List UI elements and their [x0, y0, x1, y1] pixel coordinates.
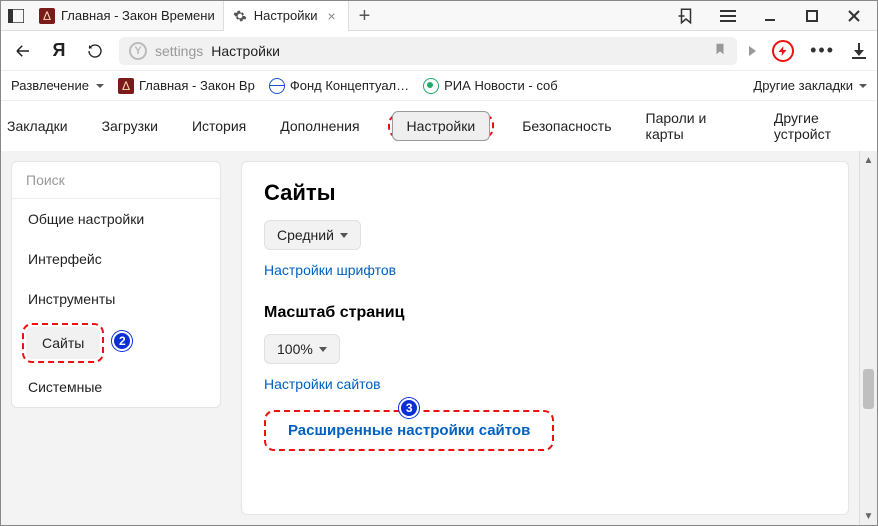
bookmark-folder[interactable]: Развлечение [11, 78, 104, 93]
bookmarks-bar: Развлечение Δ Главная - Закон Вр Фонд Ко… [1, 71, 877, 101]
settings-search-input[interactable]: Поиск [12, 162, 220, 199]
tab-close-icon[interactable]: × [323, 8, 339, 24]
scroll-down-icon[interactable]: ▼ [860, 507, 877, 525]
sidebar-toggle-icon[interactable] [1, 9, 31, 23]
sidebar-item-general[interactable]: Общие настройки [12, 199, 220, 239]
bookmark-open-icon[interactable] [673, 3, 699, 29]
advanced-site-settings-link[interactable]: Расширенные настройки сайтов [288, 422, 530, 439]
scroll-thumb[interactable] [863, 369, 874, 409]
sidebar-item-system[interactable]: Системные [12, 367, 220, 407]
tab-downloads[interactable]: Загрузки [96, 114, 164, 138]
more-menu-icon[interactable]: ••• [810, 40, 835, 61]
tab-bookmarks[interactable]: Закладки [1, 114, 74, 138]
tab-settings[interactable]: Настройки × [224, 1, 349, 31]
yandex-logo-button[interactable]: Я [47, 39, 71, 63]
scroll-track[interactable] [860, 169, 877, 507]
other-bookmarks[interactable]: Другие закладки [753, 78, 867, 93]
section-heading: Сайты [264, 180, 826, 206]
reload-button[interactable] [83, 39, 107, 63]
url-input[interactable]: Y settings Настройки [119, 37, 737, 65]
settings-sidebar: Поиск Общие настройки Интерфейс Инструме… [1, 151, 231, 525]
favicon-settings-icon [232, 8, 248, 24]
site-settings-link[interactable]: Настройки сайтов [264, 376, 826, 392]
favicon-law-icon: Δ [39, 8, 55, 24]
tab-history[interactable]: История [186, 114, 252, 138]
zoom-select[interactable]: 100% [264, 334, 340, 364]
bookmark-item[interactable]: РИА Новости - соб [423, 78, 558, 94]
scrollbar[interactable]: ▲ ▼ [859, 151, 877, 525]
tab-main[interactable]: Δ Главная - Закон Времени [31, 1, 224, 31]
back-button[interactable] [11, 39, 35, 63]
favicon-ria-icon [423, 78, 439, 94]
chevron-down-icon [319, 347, 327, 352]
sidebar-item-tools[interactable]: Инструменты [12, 279, 220, 319]
font-settings-link[interactable]: Настройки шрифтов [264, 262, 826, 278]
close-window-button[interactable] [841, 3, 867, 29]
tab-title: Главная - Закон Времени [61, 8, 215, 23]
downloads-icon[interactable] [851, 43, 867, 59]
tab-addons[interactable]: Дополнения [274, 114, 365, 138]
annotation-badge-2: 2 [112, 331, 132, 351]
tab-settings-active[interactable]: Настройки [392, 111, 491, 141]
bookmark-page-icon[interactable] [713, 41, 727, 60]
favicon-globe-icon [269, 78, 285, 94]
tab-title: Настройки [254, 8, 318, 23]
dropdown-icon [859, 84, 867, 88]
url-page-title: Настройки [211, 43, 280, 59]
zoom-heading: Масштаб страниц [264, 304, 826, 322]
dropdown-icon [96, 84, 104, 88]
bookmark-item[interactable]: Δ Главная - Закон Вр [118, 78, 255, 94]
annotation-badge-3: 3 [399, 398, 419, 418]
favicon-law-icon: Δ [118, 78, 134, 94]
menu-icon[interactable] [715, 3, 741, 29]
titlebar: Δ Главная - Закон Времени Настройки × + [1, 1, 877, 31]
chevron-down-icon [340, 233, 348, 238]
address-bar: Я Y settings Настройки ••• [1, 31, 877, 71]
bookmark-item[interactable]: Фонд Концептуал… [269, 78, 409, 94]
protect-icon[interactable] [772, 40, 794, 62]
tab-passwords[interactable]: Пароли и карты [640, 106, 746, 146]
sidebar-item-interface[interactable]: Интерфейс [12, 239, 220, 279]
minimize-button[interactable] [757, 3, 783, 29]
nav-triangle-icon[interactable] [749, 46, 756, 56]
font-size-select[interactable]: Средний [264, 220, 361, 250]
maximize-button[interactable] [799, 3, 825, 29]
scroll-up-icon[interactable]: ▲ [860, 151, 877, 169]
settings-main-panel: Сайты Средний Настройки шрифтов Масштаб … [231, 151, 859, 525]
tab-other-devices[interactable]: Другие устройст [768, 106, 877, 146]
settings-nav-tabs: Закладки Загрузки История Дополнения Нас… [1, 101, 877, 151]
settings-content: Поиск Общие настройки Интерфейс Инструме… [1, 151, 877, 525]
sidebar-item-sites[interactable]: Сайты [26, 327, 100, 359]
site-identity-icon: Y [129, 42, 147, 60]
tab-security[interactable]: Безопасность [516, 114, 617, 138]
url-path: settings [155, 43, 203, 59]
new-tab-button[interactable]: + [349, 6, 381, 26]
